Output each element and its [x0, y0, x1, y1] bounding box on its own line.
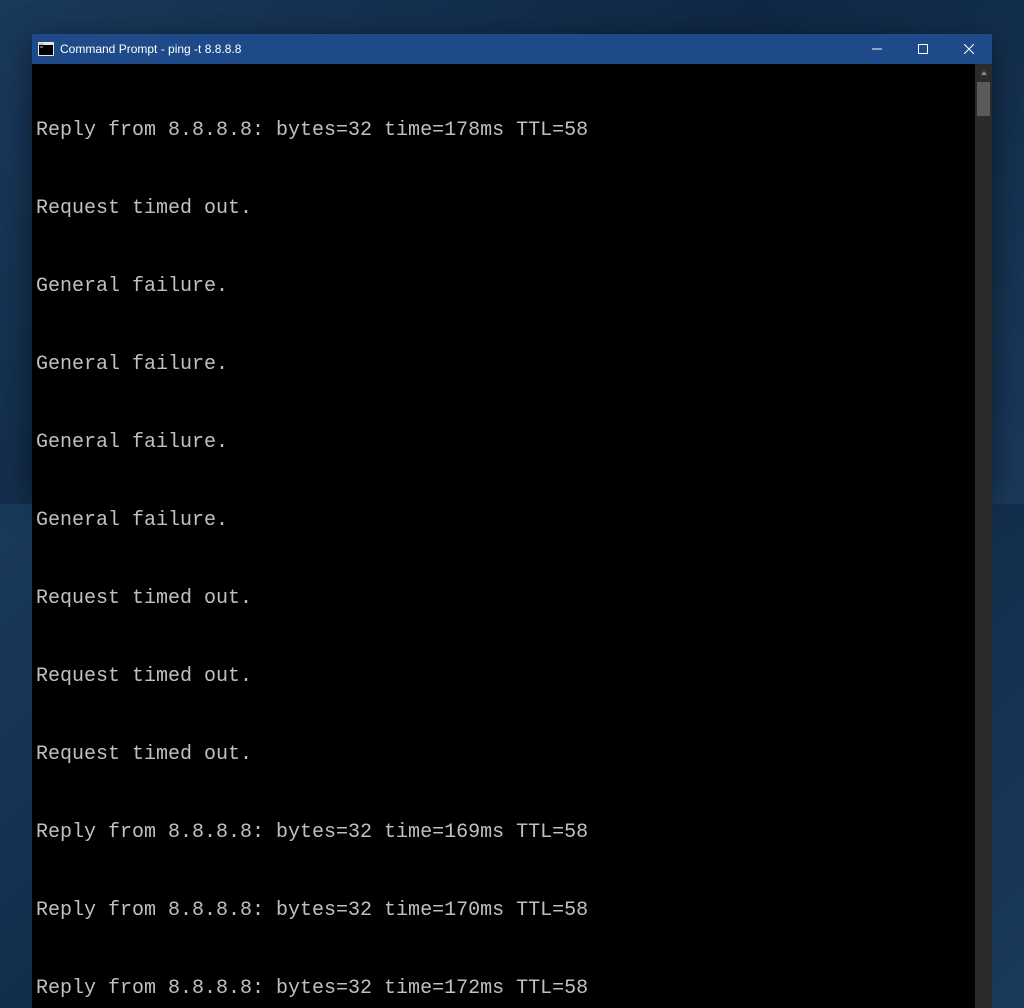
output-line: General failure.: [36, 274, 971, 300]
minimize-button[interactable]: [854, 34, 900, 64]
close-button[interactable]: [946, 34, 992, 64]
output-line: Reply from 8.8.8.8: bytes=32 time=170ms …: [36, 898, 971, 924]
client-area: Reply from 8.8.8.8: bytes=32 time=178ms …: [32, 64, 992, 1008]
terminal-output[interactable]: Reply from 8.8.8.8: bytes=32 time=178ms …: [32, 64, 975, 1008]
output-line: Request timed out.: [36, 742, 971, 768]
output-line: Request timed out.: [36, 664, 971, 690]
command-prompt-window: C:\ Command Prompt - ping -t 8.8.8.8 Rep…: [32, 34, 992, 494]
output-line: General failure.: [36, 352, 971, 378]
output-line: Request timed out.: [36, 586, 971, 612]
output-line: General failure.: [36, 508, 971, 534]
output-line: Request timed out.: [36, 196, 971, 222]
svg-text:C:\: C:\: [40, 42, 44, 46]
scroll-thumb[interactable]: [977, 82, 990, 116]
output-line: Reply from 8.8.8.8: bytes=32 time=178ms …: [36, 118, 971, 144]
output-line: Reply from 8.8.8.8: bytes=32 time=172ms …: [36, 976, 971, 1002]
maximize-button[interactable]: [900, 34, 946, 64]
app-icon: C:\: [38, 41, 54, 57]
scroll-up-button[interactable]: [975, 64, 992, 81]
vertical-scrollbar[interactable]: [975, 64, 992, 1008]
output-line: General failure.: [36, 430, 971, 456]
titlebar[interactable]: C:\ Command Prompt - ping -t 8.8.8.8: [32, 34, 992, 64]
window-title: Command Prompt - ping -t 8.8.8.8: [60, 42, 241, 56]
output-line: Reply from 8.8.8.8: bytes=32 time=169ms …: [36, 820, 971, 846]
